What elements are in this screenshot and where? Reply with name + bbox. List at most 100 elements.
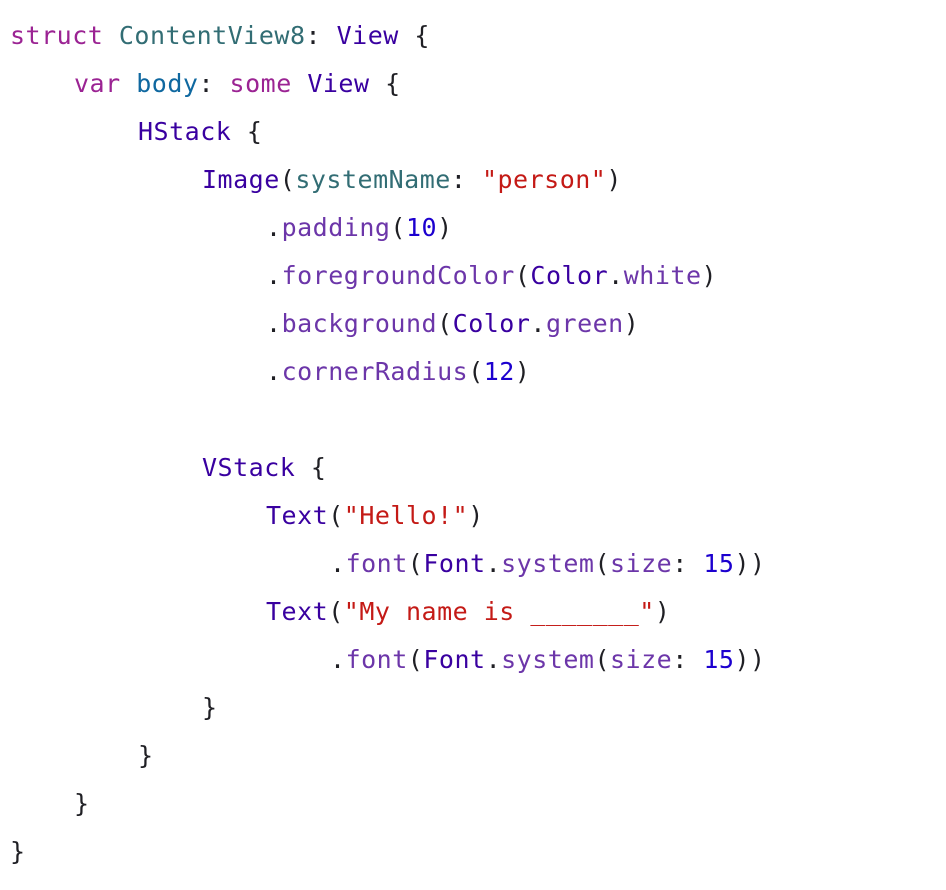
code-token-plain: ) bbox=[654, 597, 671, 626]
code-token-declaration: body bbox=[136, 69, 199, 98]
code-token-type: Image bbox=[202, 165, 280, 194]
code-token-plain: ( bbox=[407, 645, 424, 674]
code-token-plain: { bbox=[295, 453, 327, 482]
code-token-keyword: var bbox=[74, 69, 121, 98]
code-token-plain: : bbox=[305, 21, 337, 50]
code-token-type: Text bbox=[266, 501, 329, 530]
code-token-method: background bbox=[281, 309, 438, 338]
code-token-type: VStack bbox=[202, 453, 296, 482]
code-line[interactable]: struct ContentView8: View { bbox=[10, 12, 766, 60]
code-token-type: HStack bbox=[138, 117, 232, 146]
code-token-plain: ( bbox=[514, 261, 531, 290]
code-token-keyword: some bbox=[229, 69, 292, 98]
code-line[interactable]: .padding(10) bbox=[10, 204, 766, 252]
code-line[interactable]: } bbox=[10, 780, 766, 828]
code-token-plain: ( bbox=[594, 645, 610, 674]
code-token-plain: ( bbox=[594, 549, 610, 578]
code-line[interactable]: } bbox=[10, 732, 766, 780]
code-token-plain: } bbox=[74, 789, 90, 818]
code-token-project: ContentView8 bbox=[118, 21, 306, 50]
code-token-plain: ( bbox=[407, 549, 424, 578]
code-token-method: white bbox=[623, 261, 702, 290]
code-token-plain: ( bbox=[468, 357, 484, 386]
code-token-plain: . bbox=[266, 309, 282, 338]
code-token-plain: } bbox=[202, 693, 218, 722]
code-token-plain: ( bbox=[328, 501, 344, 530]
code-token-plain: . bbox=[485, 645, 502, 674]
code-line[interactable]: .font(Font.system(size: 15)) bbox=[10, 636, 766, 684]
code-token-plain: ) bbox=[437, 213, 453, 242]
code-line[interactable]: Image(systemName: "person") bbox=[10, 156, 766, 204]
code-listing[interactable]: struct ContentView8: View {var body: som… bbox=[10, 12, 766, 876]
code-token-plain: ( bbox=[328, 597, 344, 626]
code-token-plain: . bbox=[330, 549, 346, 578]
code-line[interactable]: .background(Color.green) bbox=[10, 300, 766, 348]
code-token-plain: ) bbox=[623, 309, 640, 338]
code-token-plain: . bbox=[266, 261, 282, 290]
code-token-plain: . bbox=[330, 645, 346, 674]
code-token-method: cornerRadius bbox=[281, 357, 469, 386]
code-editor[interactable]: struct ContentView8: View {var body: som… bbox=[0, 0, 946, 890]
code-token-plain: . bbox=[266, 357, 282, 386]
code-token-plain: . bbox=[266, 213, 282, 242]
code-token-type: View bbox=[307, 69, 370, 98]
code-line[interactable] bbox=[10, 396, 766, 444]
code-token-plain: : bbox=[672, 549, 704, 578]
code-token-plain: )) bbox=[734, 549, 766, 578]
code-token-type: View bbox=[336, 21, 399, 50]
code-token-plain: . bbox=[485, 549, 502, 578]
code-line[interactable]: HStack { bbox=[10, 108, 766, 156]
code-line[interactable]: .font(Font.system(size: 15)) bbox=[10, 540, 766, 588]
code-token-plain: ) bbox=[468, 501, 484, 530]
code-token-plain: } bbox=[10, 837, 26, 866]
code-token-plain: { bbox=[231, 117, 263, 146]
code-token-plain: } bbox=[138, 741, 154, 770]
code-line[interactable]: var body: some View { bbox=[10, 60, 766, 108]
code-token-method: system bbox=[501, 549, 595, 578]
code-line[interactable]: Text("My name is _______") bbox=[10, 588, 766, 636]
code-token-plain: ( bbox=[279, 165, 296, 194]
code-token-method: system bbox=[501, 645, 595, 674]
code-token-number: 12 bbox=[483, 357, 515, 386]
code-token-number: 15 bbox=[703, 645, 735, 674]
code-line[interactable]: Text("Hello!") bbox=[10, 492, 766, 540]
code-token-method: font bbox=[345, 549, 408, 578]
code-token-plain: ) bbox=[606, 165, 622, 194]
code-token-method: size bbox=[610, 549, 673, 578]
code-line[interactable]: .cornerRadius(12) bbox=[10, 348, 766, 396]
code-token-method: green bbox=[545, 309, 624, 338]
code-token-keyword: struct bbox=[10, 21, 104, 50]
code-token-plain: )) bbox=[734, 645, 766, 674]
code-token-method: padding bbox=[281, 213, 391, 242]
code-token-type: Color bbox=[530, 261, 609, 290]
code-token-plain: ( bbox=[390, 213, 406, 242]
code-token-plain: ) bbox=[514, 357, 531, 386]
code-line[interactable]: } bbox=[10, 684, 766, 732]
code-token-plain: . bbox=[530, 309, 546, 338]
code-token-string: "My name is _______" bbox=[343, 597, 655, 626]
code-token-method: font bbox=[345, 645, 408, 674]
code-token-type: Font bbox=[423, 645, 486, 674]
code-token-method: foregroundColor bbox=[281, 261, 515, 290]
code-token-plain: : bbox=[672, 645, 704, 674]
code-token-number: 15 bbox=[703, 549, 735, 578]
code-token-type: Font bbox=[423, 549, 486, 578]
code-token-plain: { bbox=[369, 69, 401, 98]
code-token-plain: . bbox=[608, 261, 624, 290]
code-line[interactable]: .foregroundColor(Color.white) bbox=[10, 252, 766, 300]
code-token-type: Text bbox=[266, 597, 329, 626]
code-token-plain: { bbox=[398, 21, 430, 50]
code-token-plain: : bbox=[198, 69, 230, 98]
code-token-string: "Hello!" bbox=[343, 501, 469, 530]
code-line[interactable]: VStack { bbox=[10, 444, 766, 492]
code-token-plain: ( bbox=[437, 309, 453, 338]
code-token-method: size bbox=[610, 645, 673, 674]
code-token-plain: ) bbox=[701, 261, 718, 290]
code-token-type: Color bbox=[452, 309, 531, 338]
code-token-string: "person" bbox=[481, 165, 607, 194]
code-line[interactable]: } bbox=[10, 828, 766, 876]
code-token-project: systemName bbox=[295, 165, 451, 194]
